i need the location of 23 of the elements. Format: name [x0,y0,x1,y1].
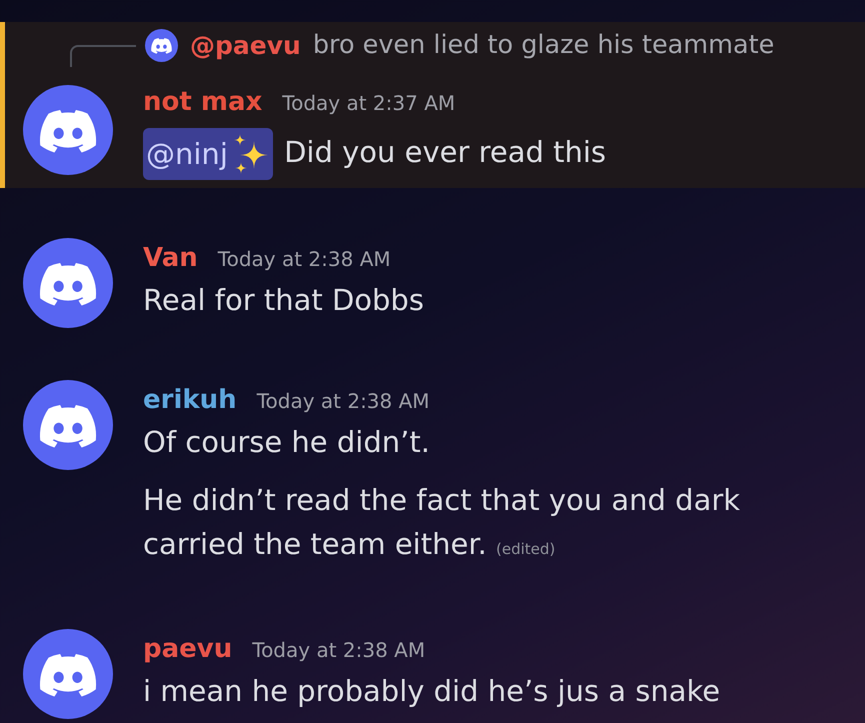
message-text: Real for that Dobbs [143,282,424,319]
author-name[interactable]: Van [143,238,198,278]
author-name[interactable]: erikuh [143,380,237,420]
avatar-icon[interactable] [23,238,113,328]
author-name[interactable]: paevu [143,629,232,669]
user-mention[interactable]: @ninj [143,128,273,180]
avatar-icon[interactable] [23,85,113,175]
message-text: Of course he didn’t. [143,424,430,461]
timestamp: Today at 2:38 AM [252,637,426,664]
timestamp: Today at 2:37 AM [282,90,456,117]
reply-preview-text[interactable]: bro even lied to glaze his teammate [312,29,774,62]
reply-connector [70,45,136,67]
avatar-icon[interactable] [23,380,113,470]
avatar-icon[interactable] [23,629,113,719]
avatar-icon[interactable] [145,29,178,62]
timestamp: Today at 2:38 AM [256,388,430,415]
message-text: Did you ever read this [284,134,606,169]
reply-author-mention[interactable]: @paevu [190,29,301,62]
message-text: i mean he probably did he’s jus a snake [143,673,720,710]
author-name[interactable]: not max [143,82,262,122]
message-text: He didn’t read the fact that you and dark carried the team either. (edited) [143,482,742,563]
timestamp: Today at 2:38 AM [218,246,391,273]
edited-label: (edited) [496,540,556,558]
